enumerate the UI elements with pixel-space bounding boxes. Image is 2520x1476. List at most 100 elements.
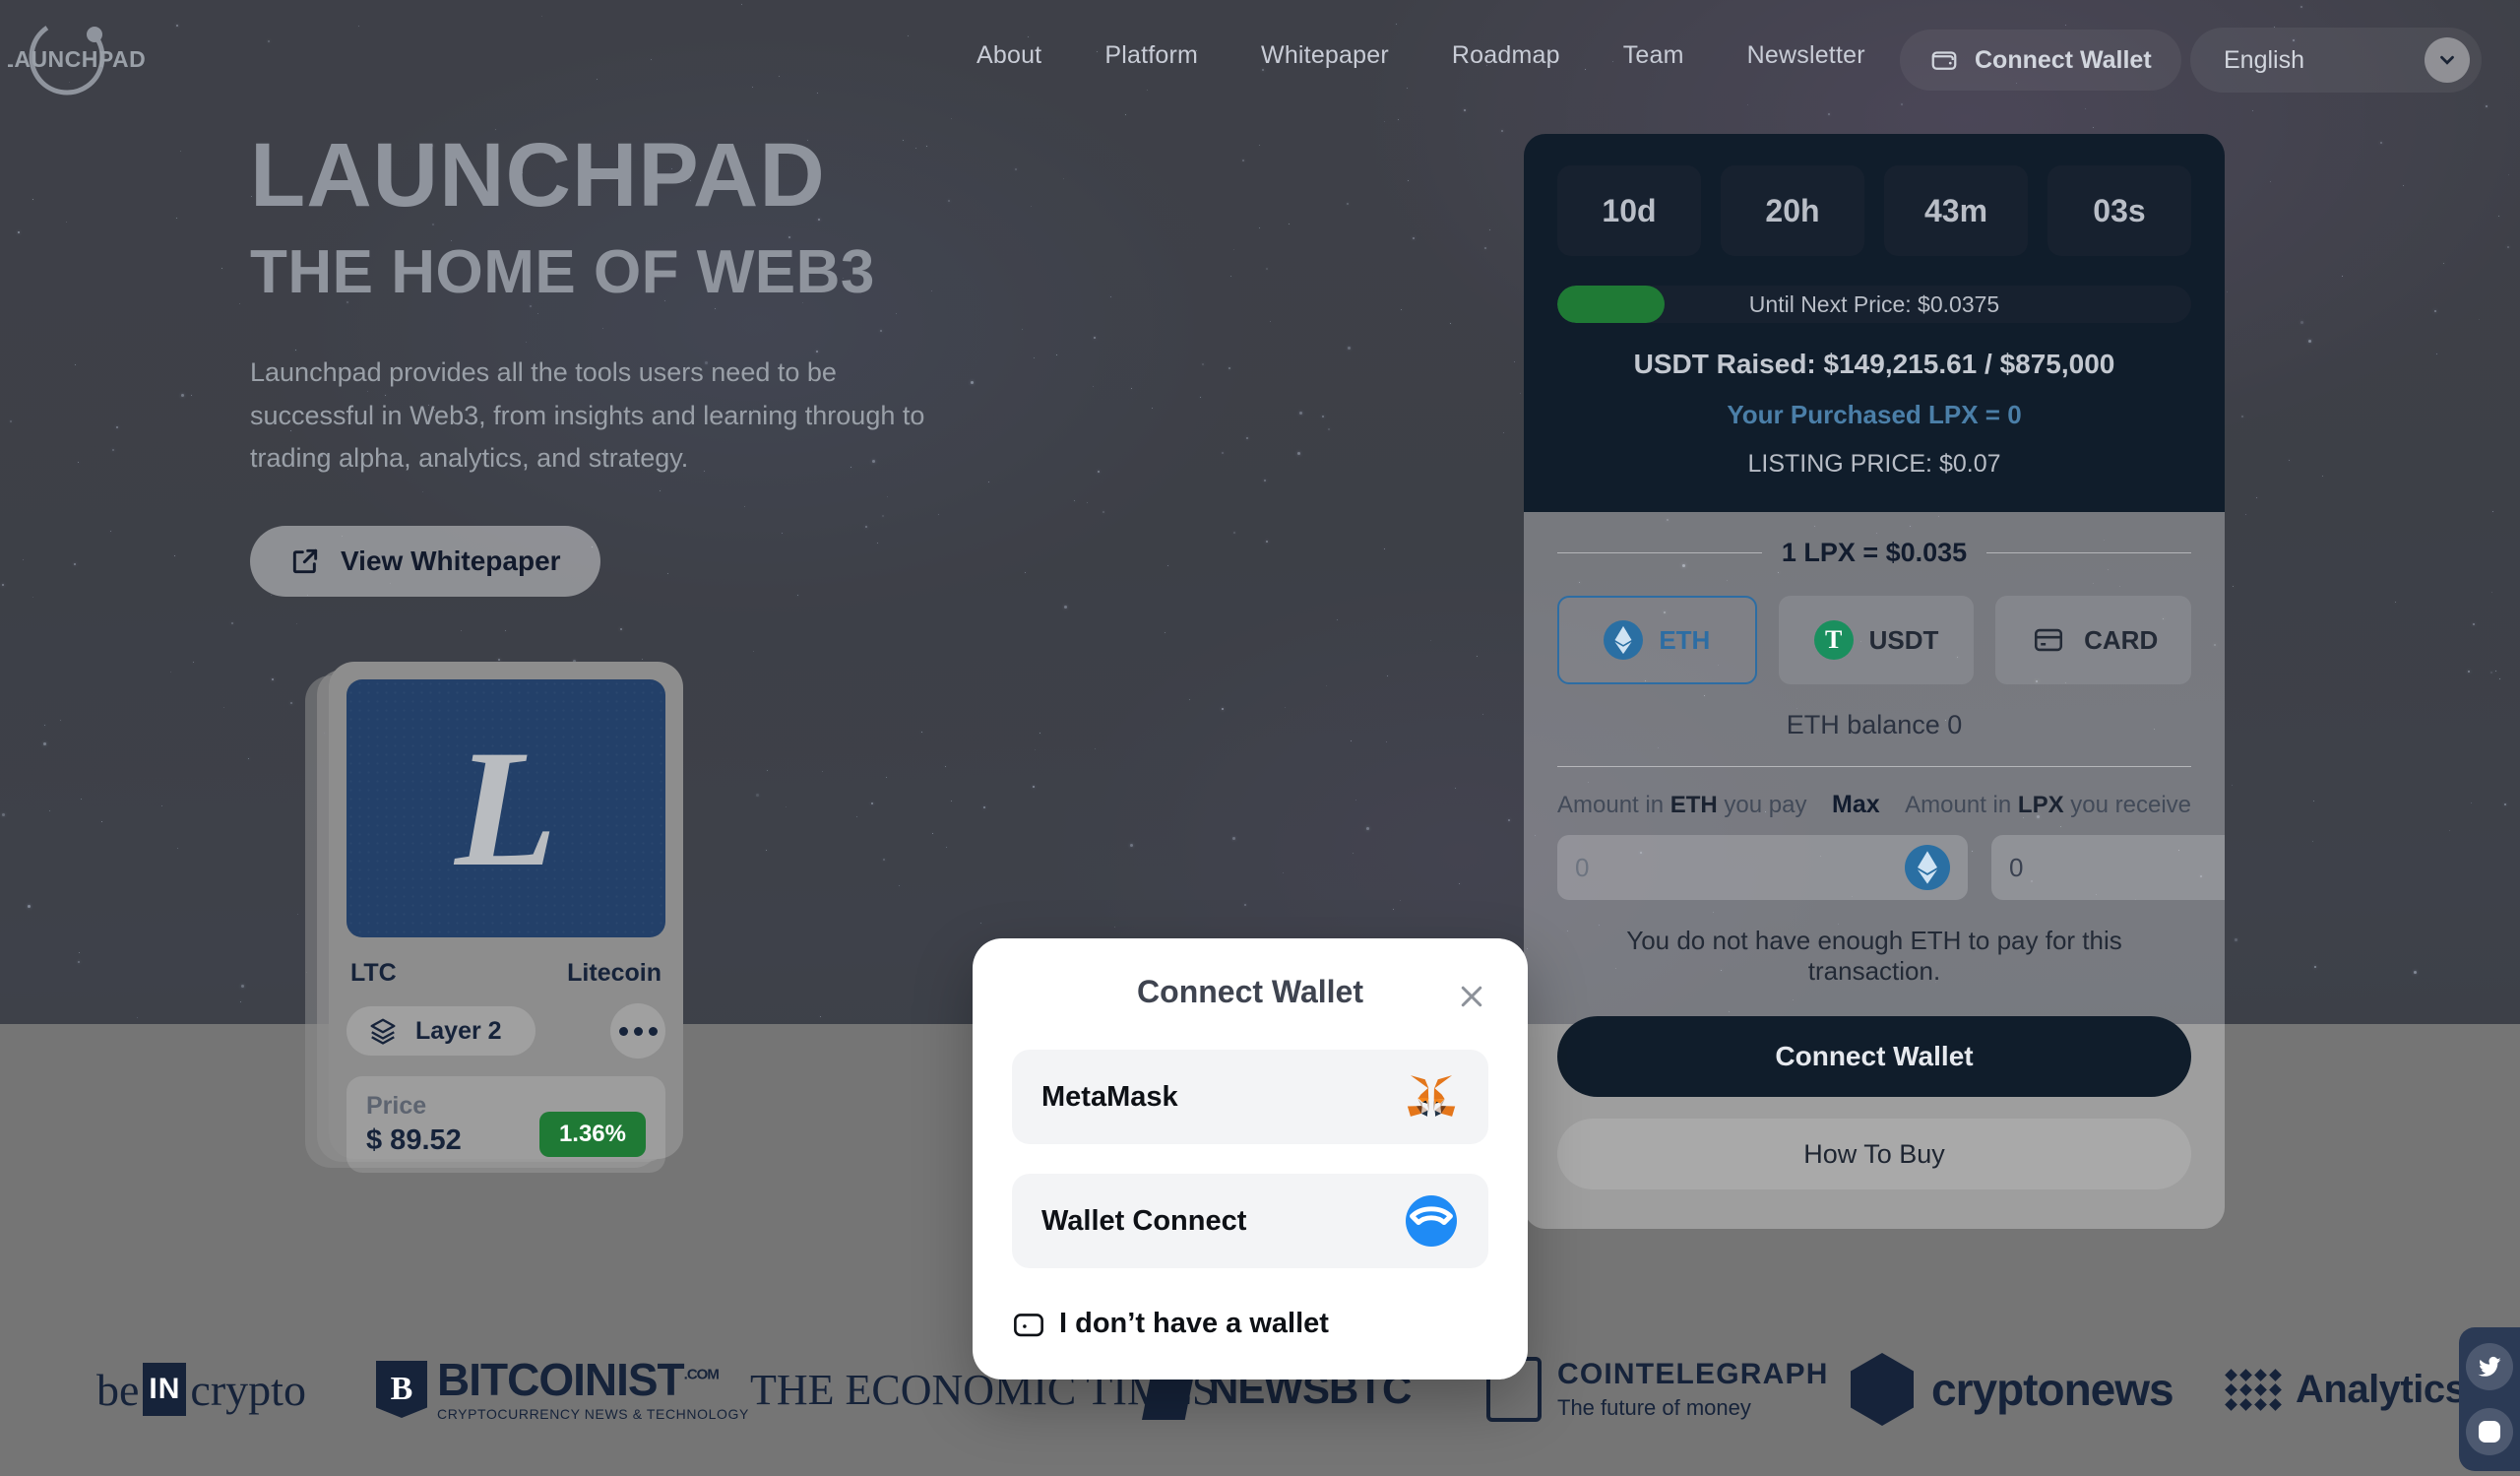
close-icon xyxy=(1461,986,1482,1007)
dot-grid-icon xyxy=(2225,1368,2282,1411)
pay-amount-label: Amount in ETH you pay xyxy=(1557,791,1807,818)
amount-inputs-row xyxy=(1557,835,2225,900)
dots-icon xyxy=(633,1026,643,1036)
social-link-instagram[interactable] xyxy=(2466,1408,2513,1455)
payment-method-eth-label: ETH xyxy=(1659,624,1711,655)
social-link-twitter[interactable] xyxy=(2466,1343,2513,1390)
twitter-icon xyxy=(2478,1356,2501,1377)
pay-amount-input[interactable] xyxy=(1575,852,1905,883)
countdown-days: 10d xyxy=(1557,165,1701,256)
nav-item-platform[interactable]: Platform xyxy=(1073,37,1229,74)
nav-item-newsletter[interactable]: Newsletter xyxy=(1716,37,1897,74)
coin-layer-chip: Layer 2 xyxy=(346,1006,536,1056)
coin-more-options-button[interactable] xyxy=(610,1003,665,1059)
external-link-icon xyxy=(292,548,318,574)
how-to-buy-button[interactable]: How To Buy xyxy=(1557,1119,2191,1189)
wallet-icon xyxy=(1931,51,1957,70)
nav-item-about[interactable]: About xyxy=(945,37,1073,74)
partner-logo-bitcoinist-title: BITCOINIST.COM xyxy=(437,1354,720,1405)
no-wallet-button[interactable]: I don’t have a wallet xyxy=(1012,1308,1329,1340)
presale-purchase-section: 1 LPX = $0.035 ETH T USDT CARD ETH balan… xyxy=(1524,512,2225,1229)
panel-connect-wallet-button[interactable]: Connect Wallet xyxy=(1557,1016,2191,1097)
divider-right xyxy=(1986,552,2192,553)
dots-icon xyxy=(648,1026,658,1036)
countdown-timer: 10d 20h 43m 03s xyxy=(1557,165,2191,256)
payment-method-usdt-label: USDT xyxy=(1868,624,1939,655)
social-sidebar xyxy=(2459,1327,2520,1471)
launchpad-logo[interactable]: LAUNCHPAD xyxy=(0,8,146,106)
receive-amount-input[interactable] xyxy=(2009,852,2225,883)
coin-price-value: $ 89.52 xyxy=(366,1124,462,1156)
partner-logo-cointelegraph-sub: The future of money xyxy=(1557,1395,1751,1420)
nav-item-roadmap[interactable]: Roadmap xyxy=(1420,37,1592,74)
nav-item-team[interactable]: Team xyxy=(1592,37,1716,74)
wallet-option-metamask[interactable]: MetaMask xyxy=(1012,1050,1488,1144)
cryptonews-mark-icon xyxy=(1851,1353,1914,1426)
presale-progress-fill xyxy=(1557,286,1666,323)
modal-header: Connect Wallet xyxy=(1012,974,1488,1020)
payment-method-card[interactable]: CARD xyxy=(1995,596,2192,684)
payment-method-group: ETH T USDT CARD xyxy=(1557,596,2192,684)
section-divider xyxy=(1557,766,2191,767)
page-title: LAUNCHPAD xyxy=(250,125,826,225)
wallet-option-walletconnect-label: Wallet Connect xyxy=(1041,1204,1247,1237)
coin-change-badge: 1.36% xyxy=(538,1112,646,1157)
coin-artwork: L xyxy=(346,679,665,937)
countdown-minutes: 43m xyxy=(1884,165,2028,256)
insufficient-funds-warning: You do not have enough ETH to pay for th… xyxy=(1626,926,2122,986)
wallet-balance-text: ETH balance 0 xyxy=(1786,710,1963,739)
connect-wallet-modal: Connect Wallet MetaMask Wallet Connect I… xyxy=(973,938,1528,1380)
main-nav: About Platform Whitepaper Roadmap Team N… xyxy=(945,37,1897,74)
coin-card[interactable]: L LTC Litecoin Layer 2 Price $ 89.52 1.3… xyxy=(329,662,683,1173)
divider-left xyxy=(1557,552,1762,553)
language-selector-value: English xyxy=(2224,45,2304,74)
modal-close-button[interactable] xyxy=(1451,976,1492,1017)
litecoin-icon: L xyxy=(455,716,557,901)
presale-progress-label: Until Next Price: $0.0375 xyxy=(1748,290,2000,317)
walletconnect-icon xyxy=(1404,1193,1459,1249)
presale-purchased-text: Your Purchased LPX = 0 xyxy=(1727,400,2022,429)
header-connect-wallet-button[interactable]: Connect Wallet xyxy=(1900,30,2181,91)
presale-panel: 10d 20h 43m 03s Until Next Price: $0.037… xyxy=(1524,134,2225,1229)
layers-icon xyxy=(370,1018,396,1045)
coin-price-box: Price $ 89.52 1.36% xyxy=(346,1076,665,1173)
header-connect-wallet-label: Connect Wallet xyxy=(1975,45,2152,74)
language-selector[interactable]: English xyxy=(2190,28,2482,93)
nav-item-whitepaper[interactable]: Whitepaper xyxy=(1229,37,1420,74)
wallet-icon xyxy=(1014,1313,1043,1336)
presale-listing-price: LISTING PRICE: $0.07 xyxy=(1747,450,2001,478)
max-amount-button[interactable]: Max xyxy=(1832,791,1880,819)
metamask-fox-icon xyxy=(1404,1069,1459,1124)
dots-icon xyxy=(618,1026,628,1036)
modal-title: Connect Wallet xyxy=(1137,974,1363,1009)
instagram-icon xyxy=(2478,1420,2501,1444)
countdown-hours: 20h xyxy=(1721,165,1864,256)
coin-layer-label: Layer 2 xyxy=(415,1016,502,1045)
ethereum-icon xyxy=(1905,845,1950,890)
countdown-seconds: 03s xyxy=(2048,165,2191,256)
receive-amount-label: Amount in LPX you receive xyxy=(1905,791,2191,818)
coin-name: Litecoin xyxy=(567,959,662,987)
partner-logo-cointelegraph: COINTELEGRAPH The future of money xyxy=(1486,1357,1829,1422)
presale-rate-row: 1 LPX = $0.035 xyxy=(1557,538,2192,568)
site-header: LAUNCHPAD About Platform Whitepaper Road… xyxy=(0,0,2520,114)
payment-method-usdt[interactable]: T USDT xyxy=(1778,596,1975,684)
coin-ticker: LTC xyxy=(350,959,397,987)
receive-amount-field-wrapper xyxy=(1991,835,2225,900)
wallet-option-metamask-label: MetaMask xyxy=(1041,1080,1178,1113)
view-whitepaper-button[interactable]: View Whitepaper xyxy=(250,526,600,598)
launchpad-logo-icon: LAUNCHPAD xyxy=(0,19,146,96)
presale-raised-text: USDT Raised: $149,215.61 / $875,000 xyxy=(1633,349,2115,379)
page-root: LAUNCHPAD About Platform Whitepaper Road… xyxy=(0,0,2520,1476)
wallet-option-walletconnect[interactable]: Wallet Connect xyxy=(1012,1174,1488,1268)
partner-logo-cointelegraph-title: COINTELEGRAPH xyxy=(1557,1358,1829,1390)
hero-subtitle: THE HOME OF WEB3 xyxy=(250,237,875,306)
pay-amount-field-wrapper xyxy=(1557,835,1968,900)
amount-labels-row: Amount in ETH you pay Max Amount in LPX … xyxy=(1557,791,2191,819)
bitcoin-icon: B xyxy=(376,1361,427,1418)
ethereum-icon xyxy=(1604,620,1644,660)
payment-method-eth[interactable]: ETH xyxy=(1557,596,1757,684)
partner-logo-bitcoinist: B BITCOINIST.COM CRYPTOCURRENCY NEWS & T… xyxy=(376,1357,749,1422)
presale-progress-bar: Until Next Price: $0.0375 xyxy=(1557,286,2191,323)
presale-countdown-section: 10d 20h 43m 03s Until Next Price: $0.037… xyxy=(1524,134,2225,512)
